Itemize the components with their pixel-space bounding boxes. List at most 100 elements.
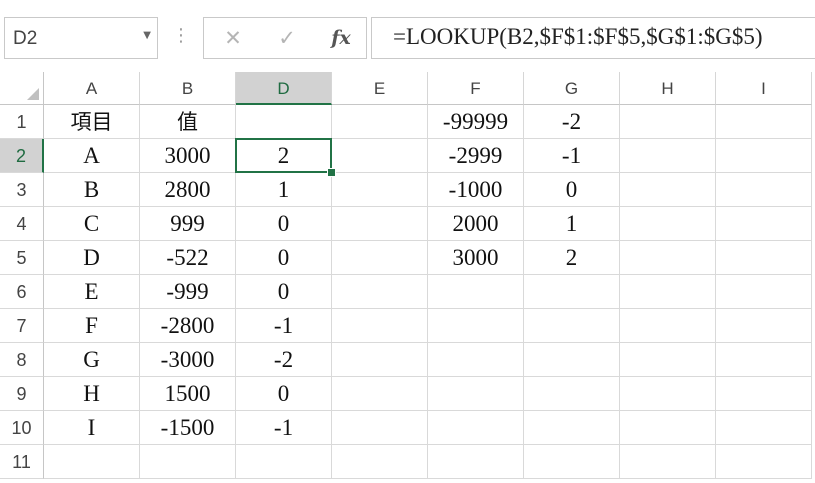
cell-h2[interactable]	[620, 139, 716, 173]
column-header-f[interactable]: F	[428, 72, 524, 105]
cell-i2[interactable]	[716, 139, 812, 173]
cell-e11[interactable]	[332, 445, 428, 479]
cell-f2[interactable]: -2999	[428, 139, 524, 173]
column-header-i[interactable]: I	[716, 72, 812, 105]
cell-e9[interactable]	[332, 377, 428, 411]
cell-i10[interactable]	[716, 411, 812, 445]
cell-b3[interactable]: 2800	[140, 173, 236, 207]
row-header-8[interactable]: 8	[0, 343, 44, 377]
column-header-h[interactable]: H	[620, 72, 716, 105]
cell-g10[interactable]	[524, 411, 620, 445]
cell-b8[interactable]: -3000	[140, 343, 236, 377]
cell-i11[interactable]	[716, 445, 812, 479]
cell-g11[interactable]	[524, 445, 620, 479]
cell-h8[interactable]	[620, 343, 716, 377]
chevron-down-icon[interactable]: ▼	[143, 30, 151, 41]
cell-g8[interactable]	[524, 343, 620, 377]
cell-a6[interactable]: E	[44, 275, 140, 309]
cell-d7[interactable]: -1	[236, 309, 332, 343]
row-header-1[interactable]: 1	[0, 105, 44, 139]
cell-i6[interactable]	[716, 275, 812, 309]
enter-icon[interactable]: ✓	[260, 18, 314, 58]
cell-e10[interactable]	[332, 411, 428, 445]
cell-i7[interactable]	[716, 309, 812, 343]
cell-e8[interactable]	[332, 343, 428, 377]
column-header-e[interactable]: E	[332, 72, 428, 105]
cell-a7[interactable]: F	[44, 309, 140, 343]
cell-b10[interactable]: -1500	[140, 411, 236, 445]
cell-g3[interactable]: 0	[524, 173, 620, 207]
cell-a10[interactable]: I	[44, 411, 140, 445]
cell-h7[interactable]	[620, 309, 716, 343]
cancel-icon[interactable]: ✕	[206, 18, 260, 58]
cell-d1[interactable]	[236, 105, 332, 139]
column-header-b[interactable]: B	[140, 72, 236, 105]
cell-b2[interactable]: 3000	[140, 139, 236, 173]
cell-e2[interactable]	[332, 139, 428, 173]
name-box[interactable]: D2 ▼	[4, 17, 158, 59]
cell-i8[interactable]	[716, 343, 812, 377]
select-all-corner[interactable]	[0, 72, 44, 105]
row-header-2[interactable]: 2	[0, 139, 44, 173]
cell-g9[interactable]	[524, 377, 620, 411]
cell-f10[interactable]	[428, 411, 524, 445]
cell-d2[interactable]: 2	[236, 139, 332, 173]
cell-a1[interactable]: 項目	[44, 105, 140, 139]
cell-d10[interactable]: -1	[236, 411, 332, 445]
cell-h11[interactable]	[620, 445, 716, 479]
row-header-5[interactable]: 5	[0, 241, 44, 275]
cell-g6[interactable]	[524, 275, 620, 309]
cell-d8[interactable]: -2	[236, 343, 332, 377]
cell-g4[interactable]: 1	[524, 207, 620, 241]
cell-a4[interactable]: C	[44, 207, 140, 241]
cell-i9[interactable]	[716, 377, 812, 411]
cell-g5[interactable]: 2	[524, 241, 620, 275]
cell-f1[interactable]: -99999	[428, 105, 524, 139]
cell-e5[interactable]	[332, 241, 428, 275]
cell-f3[interactable]: -1000	[428, 173, 524, 207]
cell-b4[interactable]: 999	[140, 207, 236, 241]
row-header-6[interactable]: 6	[0, 275, 44, 309]
cell-b6[interactable]: -999	[140, 275, 236, 309]
row-header-11[interactable]: 11	[0, 445, 44, 479]
row-header-10[interactable]: 10	[0, 411, 44, 445]
cell-i4[interactable]	[716, 207, 812, 241]
cell-b7[interactable]: -2800	[140, 309, 236, 343]
cell-b1[interactable]: 值	[140, 105, 236, 139]
cell-i5[interactable]	[716, 241, 812, 275]
cell-d11[interactable]	[236, 445, 332, 479]
cell-d6[interactable]: 0	[236, 275, 332, 309]
cell-b11[interactable]	[140, 445, 236, 479]
cell-d3[interactable]: 1	[236, 173, 332, 207]
cell-f7[interactable]	[428, 309, 524, 343]
cell-e4[interactable]	[332, 207, 428, 241]
cell-i3[interactable]	[716, 173, 812, 207]
cell-b9[interactable]: 1500	[140, 377, 236, 411]
cell-g2[interactable]: -1	[524, 139, 620, 173]
row-header-4[interactable]: 4	[0, 207, 44, 241]
cell-e1[interactable]	[332, 105, 428, 139]
cell-f8[interactable]	[428, 343, 524, 377]
cell-e3[interactable]	[332, 173, 428, 207]
cell-g7[interactable]	[524, 309, 620, 343]
cell-e7[interactable]	[332, 309, 428, 343]
cell-a11[interactable]	[44, 445, 140, 479]
cell-h6[interactable]	[620, 275, 716, 309]
cell-f6[interactable]	[428, 275, 524, 309]
cell-a5[interactable]: D	[44, 241, 140, 275]
cell-d5[interactable]: 0	[236, 241, 332, 275]
cell-a8[interactable]: G	[44, 343, 140, 377]
cell-a2[interactable]: A	[44, 139, 140, 173]
cell-b5[interactable]: -522	[140, 241, 236, 275]
cell-a9[interactable]: H	[44, 377, 140, 411]
cell-h3[interactable]	[620, 173, 716, 207]
cell-f5[interactable]: 3000	[428, 241, 524, 275]
cell-h5[interactable]	[620, 241, 716, 275]
cell-f11[interactable]	[428, 445, 524, 479]
cell-i1[interactable]	[716, 105, 812, 139]
insert-function-icon[interactable]: fx	[314, 18, 368, 58]
cell-a3[interactable]: B	[44, 173, 140, 207]
formula-input[interactable]: =LOOKUP(B2,$F$1:$F$5,$G$1:$G$5)	[371, 17, 815, 59]
row-header-9[interactable]: 9	[0, 377, 44, 411]
cell-h10[interactable]	[620, 411, 716, 445]
